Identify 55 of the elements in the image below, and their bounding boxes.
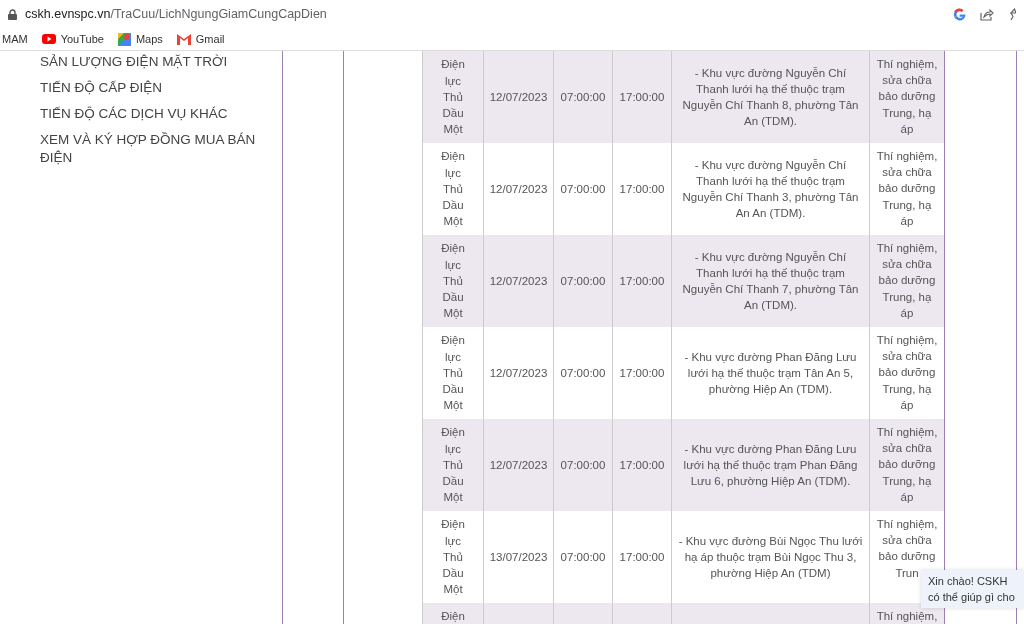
table-cell-text: 12/07/2023 [489, 89, 548, 105]
table-cell-text: 07:00:00 [560, 457, 606, 473]
table-cell-text: 07:00:00 [560, 549, 606, 565]
sidebar-menu-item[interactable]: SẢN LƯỢNG ĐIỆN MẶT TRỜI [40, 53, 260, 71]
table-cell-text: Thí nghiệm, sửa chữa bảo dưỡng Trung, hạ áp [876, 149, 938, 229]
table-cell-text: Thí nghiệm, sửa chữa bảo dưỡng Trung, hạ áp [876, 425, 938, 505]
table-cell-text: 17:00:00 [619, 549, 665, 565]
video-play-icon [41, 34, 56, 44]
table-cell-text: 17:00:00 [619, 457, 665, 473]
sidebar-menu-item[interactable]: TIẾN ĐỘ CÁC DỊCH VỤ KHÁC [40, 105, 260, 123]
chat-message-line: Xin chào! CSKH [928, 574, 1009, 589]
table-cell-text: Điện lực Thủ Dầu Một [440, 57, 466, 138]
table-cell-text: 12/07/2023 [489, 273, 548, 289]
table-cell-text: Thí nghiệm, sửa chữa bảo dưỡng Trung, hạ áp [876, 333, 938, 413]
table-cell-text: 07:00:00 [560, 365, 606, 381]
map-pin-icon [117, 32, 131, 46]
table-cell-text: 17:00:00 [619, 89, 665, 105]
google-icon[interactable] [953, 7, 966, 21]
table-cell-text: 07:00:00 [560, 181, 606, 197]
table-cell-text: Điện lực Thủ Dầu Một [440, 333, 466, 414]
bookmark-label[interactable]: Gmail [195, 33, 225, 45]
lock-icon [8, 8, 17, 20]
table-cell-text: 13/07/2023 [489, 549, 548, 565]
table-cell-text: Thí nghiệm, [876, 609, 938, 624]
mail-icon [176, 33, 191, 45]
table-cell-text: Điện lực Thủ Dầu Một [440, 425, 466, 506]
table-cell-text: - Khu vực đường Nguyễn Chí Thanh lưới hạ thế thuộc trạm Nguyễn Chí Thanh 8, phường Tân An (TDM). [681, 65, 860, 130]
share-icon[interactable] [980, 7, 994, 21]
table-cell-text: 17:00:00 [619, 365, 665, 381]
bookmark-label[interactable]: MAM [2, 33, 28, 45]
table-cell-text: Điện [441, 609, 465, 624]
sidebar-menu-item[interactable]: TIẾN ĐỘ CẤP ĐIỆN [40, 79, 260, 97]
table-cell-text: 12/07/2023 [489, 365, 548, 381]
bookmark-label[interactable]: Maps [135, 33, 163, 45]
table-cell-text: - Khu vực đường Phan Đăng Lưu lưới hạ thế thuộc trạm Phan Đăng Lưu 6, phường Hiệp An (TDM). [682, 441, 859, 490]
table-cell-text: - Khu vực đường Nguyễn Chí Thanh lưới hạ thế thuộc trạm Nguyễn Chí Thanh 7, phường Tân An (TDM). [681, 249, 860, 314]
table-cell-text: Điện lực Thủ Dầu Một [440, 517, 466, 598]
table-cell-text: 17:00:00 [619, 273, 665, 289]
table-cell-text: 07:00:00 [560, 273, 606, 289]
table-cell-text: 12/07/2023 [489, 181, 548, 197]
chat-popup[interactable]: Xin chào! CSKH có thể giúp gì cho [921, 570, 1024, 608]
table-cell-text: Điện lực Thủ Dầu Một [440, 241, 466, 322]
table-cell-text: 17:00:00 [619, 181, 665, 197]
table-cell-text: 12/07/2023 [489, 457, 548, 473]
table-cell-text: - Khu vực đường Phan Đăng Lưu lưới hạ thế thuộc trạm Tân An 5, phường Hiệp An (TDM). [683, 349, 858, 398]
table-cell-text: Thí nghiệm, sửa chữa bảo dưỡng Trung, hạ áp [876, 57, 938, 137]
table-cell-text: Điện lực Thủ Dầu Một [440, 149, 466, 230]
bookmark-label[interactable]: YouTube [60, 33, 104, 45]
table-cell-text: - Khu vực đường Bùi Ngọc Thu lưới hạ áp thuộc trạm Bùi Ngọc Thu 3, phường Hiệp An (TDM) [677, 533, 864, 582]
table-cell-text: Thí nghiệm, sửa chữa bảo dưỡng Trung, hạ áp [876, 241, 938, 321]
chat-message-line: có thể giúp gì cho [928, 590, 1016, 605]
table-cell-text: 07:00:00 [560, 89, 606, 105]
table-cell-text: - Khu vực đường Nguyễn Chí Thanh lưới hạ thế thuộc trạm Nguyễn Chí Thanh 3, phường Tân An An (TDM). [681, 157, 860, 222]
url-field[interactable]: cskh.evnspc.vn/TraCuu/LichNgungGiamCungCapDien [25, 7, 327, 21]
sidebar-menu-item[interactable]: XEM VÀ KÝ HỢP ĐỒNG MUA BÁN ĐIỆN [40, 131, 260, 167]
